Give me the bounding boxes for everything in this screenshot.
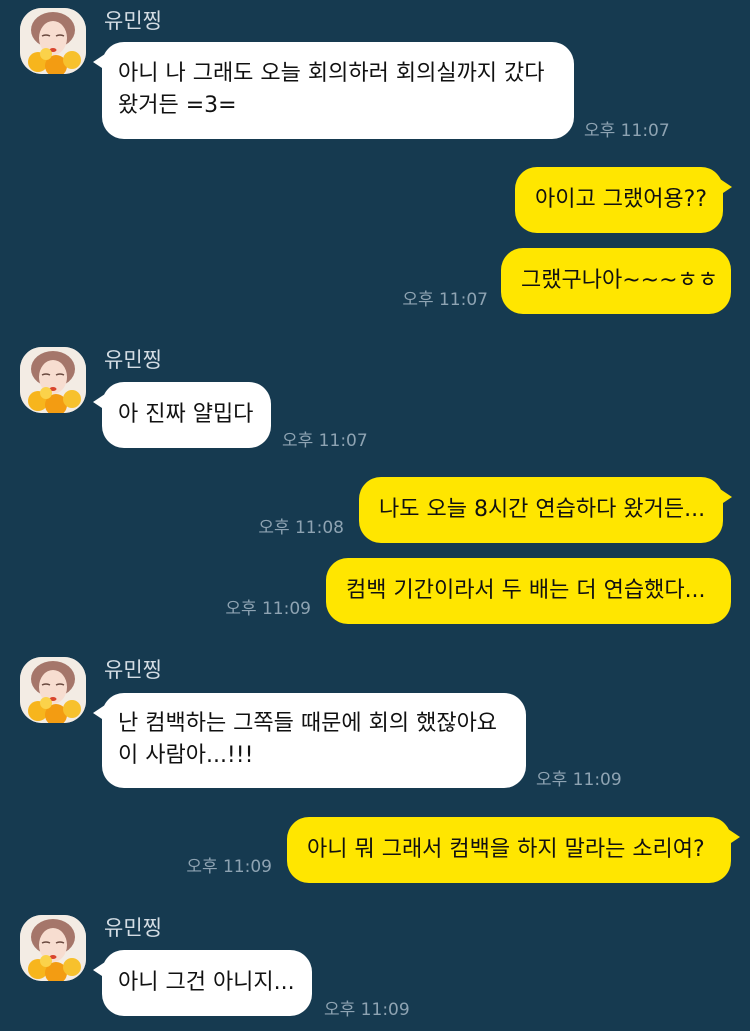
message-bubble-incoming[interactable]: 아니 나 그래도 오늘 회의하러 회의실까지 갔다 왔거든 =3= (93, 42, 574, 139)
sender-name: 유민찡 (104, 348, 162, 372)
sender-name: 유민찡 (104, 916, 162, 940)
sender-avatar[interactable] (20, 8, 86, 74)
message-bubble-outgoing[interactable]: 나도 오늘 8시간 연습하다 왔거든... (359, 477, 732, 543)
message-time: 오후 11:08 (258, 518, 344, 538)
message-bubble-outgoing[interactable]: 아이고 그랬어용?? (515, 167, 732, 233)
message-bubble-outgoing[interactable]: 아니 뭐 그래서 컴백을 하지 말라는 소리여? (287, 817, 740, 883)
message-bubble-incoming[interactable]: 난 컴백하는 그쪽들 때문에 회의 했잖아요 이 사람아...!!! (93, 693, 526, 788)
message-text: 아이고 그랬어용?? (535, 187, 708, 212)
message-bubble-outgoing[interactable]: 그랬구나아~~~ㅎㅎ (501, 248, 731, 314)
message-text: 컴백 기간이라서 두 배는 더 연습했다... (346, 578, 706, 603)
message-time: 오후 11:09 (324, 1000, 410, 1020)
message-time: 오후 11:09 (536, 770, 622, 790)
profile-photo-avatar-icon (20, 347, 86, 413)
message-time: 오후 11:07 (584, 121, 670, 141)
message-text: 아니 그건 아니지... (118, 970, 295, 995)
message-bubble-outgoing[interactable]: 컴백 기간이라서 두 배는 더 연습했다... (326, 558, 731, 624)
sender-avatar[interactable] (20, 657, 86, 723)
message-text: 난 컴백하는 그쪽들 때문에 회의 했잖아요 (118, 711, 498, 736)
sender-name: 유민찡 (104, 9, 162, 33)
message-text: 이 사람아...!!! (118, 743, 254, 768)
message-text: 아 진짜 얄밉다 (118, 402, 254, 427)
message-time: 오후 11:07 (402, 290, 488, 310)
profile-photo-avatar-icon (20, 657, 86, 723)
message-text: 아니 나 그래도 오늘 회의하러 회의실까지 갔다 (118, 61, 545, 86)
message-bubble-incoming[interactable]: 아 진짜 얄밉다 (93, 382, 271, 448)
profile-photo-avatar-icon (20, 8, 86, 74)
message-text: 나도 오늘 8시간 연습하다 왔거든... (379, 497, 706, 522)
sender-avatar[interactable] (20, 347, 86, 413)
message-text: 그랬구나아~~~ㅎㅎ (521, 268, 718, 293)
message-text: 아니 뭐 그래서 컴백을 하지 말라는 소리여? (307, 837, 705, 862)
message-time: 오후 11:09 (186, 857, 272, 877)
sender-name: 유민찡 (104, 658, 162, 682)
message-time: 오후 11:07 (282, 431, 368, 451)
sender-avatar[interactable] (20, 915, 86, 981)
message-time: 오후 11:09 (225, 599, 311, 619)
profile-photo-avatar-icon (20, 915, 86, 981)
message-text: 왔거든 =3= (118, 93, 237, 118)
message-bubble-incoming[interactable]: 아니 그건 아니지... (93, 950, 312, 1016)
